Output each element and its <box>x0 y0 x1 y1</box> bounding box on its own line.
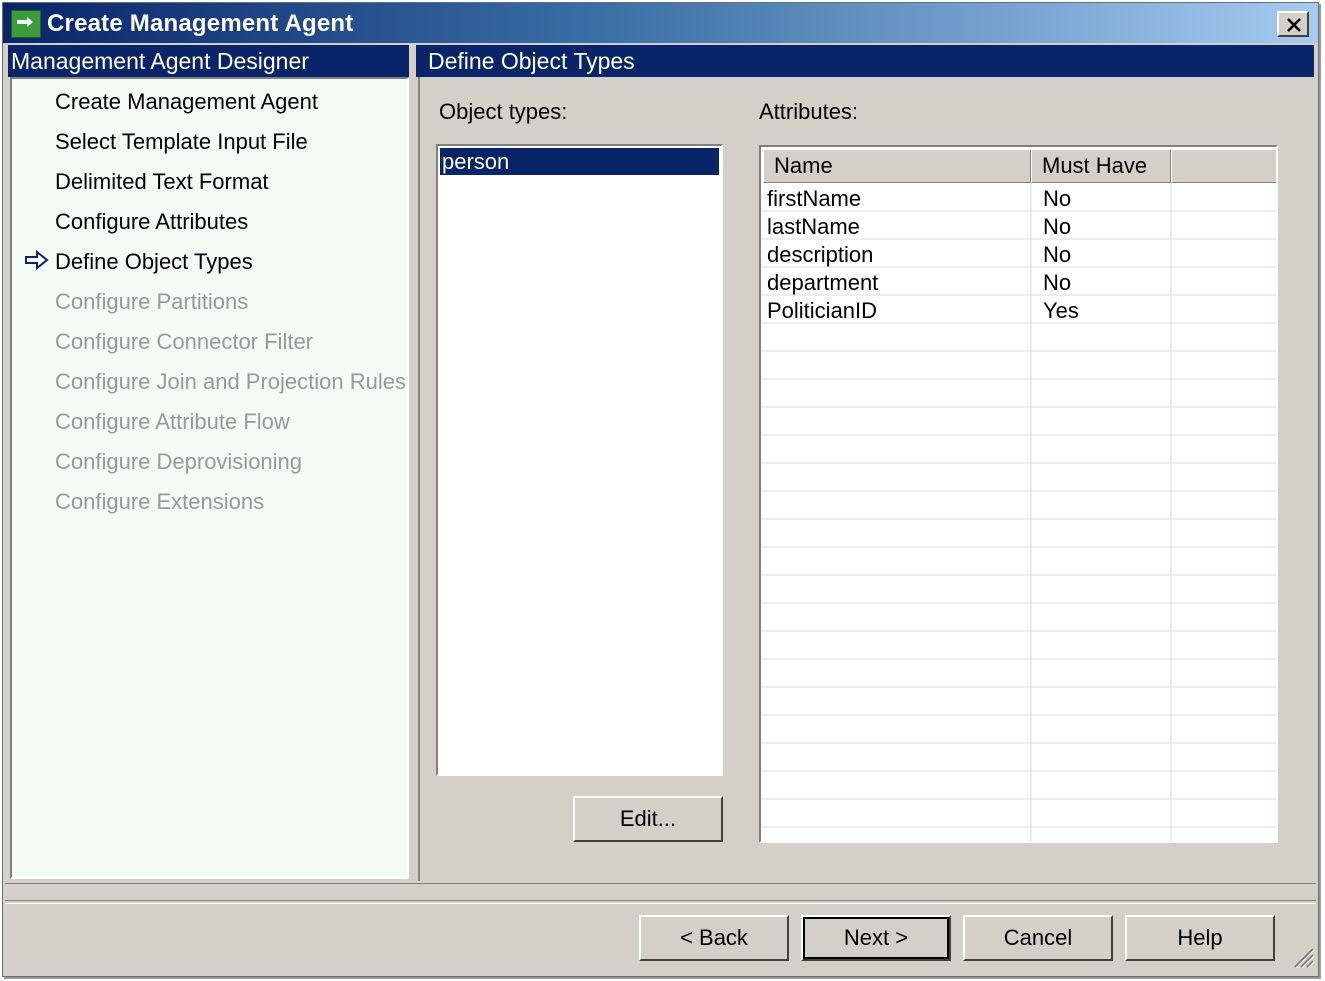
help-button[interactable]: Help <box>1125 915 1275 961</box>
resize-grip-icon[interactable] <box>1289 943 1315 969</box>
nav-step-configure-attribute-flow: Configure Attribute Flow <box>55 409 290 434</box>
footer-divider <box>5 900 1316 904</box>
column-header-must-have[interactable]: Must Have <box>1031 149 1171 183</box>
page-header: Define Object Types <box>416 45 1314 77</box>
attribute-must-have-cell[interactable]: No <box>1043 269 1071 297</box>
column-header-filler <box>1171 149 1276 183</box>
attribute-must-have-cell[interactable]: No <box>1043 241 1071 269</box>
nav-step-create-management-agent[interactable]: Create Management Agent <box>55 89 318 115</box>
attribute-name-cell[interactable]: lastName <box>767 213 860 241</box>
cancel-button[interactable]: Cancel <box>963 915 1113 961</box>
attribute-name-cell[interactable]: department <box>767 269 878 297</box>
right-arrow-icon <box>25 250 49 270</box>
window-title: Create Management Agent <box>47 10 354 37</box>
attributes-label: Attributes: <box>759 99 859 124</box>
nav-step-configure-connector-filter: Configure Connector Filter <box>55 329 314 354</box>
next-button[interactable]: Next > <box>801 915 951 961</box>
attributes-grid[interactable]: Name Must Have firstName No lastName No desc… <box>759 145 1278 843</box>
create-management-agent-window: Create Management Agent Management Agent… <box>2 2 1319 977</box>
attribute-must-have-cell[interactable]: No <box>1043 213 1071 241</box>
panel-bottom-divider <box>5 883 1316 884</box>
edit-button[interactable]: Edit... <box>573 796 723 842</box>
nav-step-configure-partitions: Configure Partitions <box>55 289 249 314</box>
object-type-item-person[interactable]: person <box>440 148 719 175</box>
object-types-label: Object types: <box>439 99 568 124</box>
title-bar[interactable]: Create Management Agent <box>3 3 1318 43</box>
nav-step-delimited-text-format[interactable]: Delimited Text Format <box>55 169 269 195</box>
column-header-name[interactable]: Name <box>763 149 1031 183</box>
attribute-name-cell[interactable]: firstName <box>767 185 861 213</box>
back-button[interactable]: < Back <box>639 915 789 961</box>
attribute-name-cell[interactable]: description <box>767 241 873 269</box>
nav-step-configure-attributes[interactable]: Configure Attributes <box>55 209 248 235</box>
nav-step-configure-deprovisioning: Configure Deprovisioning <box>55 449 303 474</box>
close-button[interactable] <box>1277 11 1309 37</box>
designer-steps-panel: Create Management Agent Select Template I… <box>10 77 409 879</box>
object-types-list[interactable]: person <box>436 144 723 776</box>
nav-step-configure-extensions: Configure Extensions <box>55 489 265 514</box>
nav-step-select-template-input-file[interactable]: Select Template Input File <box>55 129 308 155</box>
attribute-must-have-cell[interactable]: Yes <box>1043 297 1079 325</box>
attribute-name-cell[interactable]: PoliticianID <box>767 297 877 325</box>
close-icon <box>1287 18 1301 32</box>
management-agent-app-icon <box>11 10 41 38</box>
nav-step-define-object-types[interactable]: Define Object Types <box>55 249 253 275</box>
attribute-must-have-cell[interactable]: No <box>1043 185 1071 213</box>
designer-header: Management Agent Designer <box>8 45 409 77</box>
nav-step-configure-join-and-projection-rules: Configure Join and Projection Rules <box>55 369 406 394</box>
